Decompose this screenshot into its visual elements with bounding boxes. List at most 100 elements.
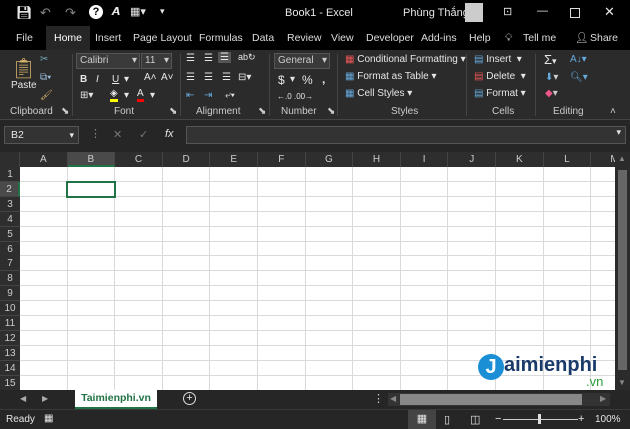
sheet-tab-active[interactable]: Taimienphi.vn bbox=[75, 390, 157, 409]
scroll-up-icon[interactable]: ▲ bbox=[618, 154, 626, 163]
save-icon[interactable]: 💾︎ bbox=[16, 5, 33, 21]
increase-indent-icon[interactable]: ⇥ bbox=[204, 90, 212, 101]
clipboard-launcher-icon[interactable]: ⬊ bbox=[61, 106, 69, 117]
row-header-3[interactable]: 3 bbox=[0, 196, 20, 212]
increase-font-icon[interactable]: A˄ bbox=[144, 72, 157, 83]
name-box[interactable]: B2 ▾ bbox=[4, 126, 79, 144]
column-header-B[interactable]: B bbox=[67, 152, 116, 167]
font-size-select[interactable]: 11 ▾ bbox=[141, 53, 172, 69]
format-as-table-button[interactable]: ▦ Format as Table ▾ bbox=[345, 71, 437, 82]
row-header-7[interactable]: 7 bbox=[0, 256, 20, 272]
top-align-icon[interactable]: ☰ bbox=[186, 53, 195, 64]
column-header-D[interactable]: D bbox=[162, 152, 211, 167]
number-launcher-icon[interactable]: ⬊ bbox=[327, 106, 335, 117]
orientation-icon[interactable]: ab↻ bbox=[238, 52, 256, 63]
fill-icon[interactable]: ⬇▾ bbox=[545, 72, 558, 83]
touch-mode-icon[interactable]: 𝘼 bbox=[112, 5, 121, 18]
form-icon[interactable]: ▦▾ bbox=[130, 5, 146, 18]
scroll-left-icon[interactable]: ◀ bbox=[390, 394, 396, 403]
collapse-ribbon-icon[interactable]: ˄ bbox=[610, 106, 616, 117]
tab-add-ins[interactable]: Add-ins bbox=[421, 26, 457, 50]
selected-cell[interactable] bbox=[66, 181, 116, 198]
column-header-I[interactable]: I bbox=[400, 152, 449, 167]
column-header-G[interactable]: G bbox=[305, 152, 354, 167]
row-header-8[interactable]: 8 bbox=[0, 271, 20, 287]
zoom-in-icon[interactable]: + bbox=[578, 413, 584, 425]
vertical-scrollbar[interactable]: ▲ ▼ bbox=[615, 152, 630, 390]
find-select-icon[interactable]: 🔍︎▾ bbox=[570, 72, 588, 83]
horizontal-scrollbar[interactable]: ◀ ▶ bbox=[388, 393, 610, 406]
currency-dropdown-icon[interactable]: ▾ bbox=[290, 74, 295, 85]
share-icon[interactable]: 👤︎ bbox=[575, 26, 588, 50]
bold-button[interactable]: B bbox=[80, 74, 87, 85]
tell-me-search[interactable]: Tell me bbox=[523, 26, 556, 50]
next-sheet-icon[interactable]: ▶ bbox=[42, 394, 48, 403]
tab-home[interactable]: Home bbox=[46, 26, 91, 50]
tab-data[interactable]: Data bbox=[252, 26, 274, 50]
ribbon-display-icon[interactable]: ⊡ bbox=[503, 5, 512, 18]
minimize-icon[interactable]: — bbox=[537, 5, 548, 17]
decrease-indent-icon[interactable]: ⇤ bbox=[186, 90, 194, 101]
row-header-9[interactable]: 9 bbox=[0, 286, 20, 302]
wrap-text-icon[interactable]: ⤶▾ bbox=[225, 90, 235, 101]
tab-view[interactable]: View bbox=[331, 26, 354, 50]
insert-function-button[interactable]: fx bbox=[165, 128, 174, 140]
share-button[interactable]: Share bbox=[590, 26, 618, 50]
row-header-1[interactable]: 1 bbox=[0, 167, 20, 182]
percent-button[interactable]: % bbox=[302, 73, 313, 87]
sort-filter-icon[interactable]: A↓▾ bbox=[570, 54, 587, 65]
tab-help[interactable]: Help bbox=[469, 26, 491, 50]
align-center-icon[interactable]: ☰ bbox=[204, 72, 213, 83]
column-header-E[interactable]: E bbox=[210, 152, 258, 167]
decrease-decimal-icon[interactable]: .00→ bbox=[294, 92, 313, 101]
column-header-C[interactable]: C bbox=[115, 152, 163, 167]
tab-review[interactable]: Review bbox=[287, 26, 321, 50]
tab-formulas[interactable]: Formulas bbox=[199, 26, 243, 50]
underline-dropdown-icon[interactable]: ▾ bbox=[124, 74, 129, 85]
decrease-font-icon[interactable]: A˅ bbox=[161, 72, 174, 83]
conditional-formatting-button[interactable]: ▦ Conditional Formatting ▾ bbox=[345, 54, 466, 65]
avatar[interactable] bbox=[465, 3, 483, 22]
column-header-M[interactable]: M bbox=[591, 152, 615, 167]
help-icon[interactable]: ? bbox=[89, 5, 103, 19]
font-name-select[interactable]: Calibri ▾ bbox=[76, 53, 140, 69]
maximize-icon[interactable] bbox=[570, 8, 580, 18]
column-header-A[interactable]: A bbox=[20, 152, 68, 167]
copy-icon[interactable]: ⧉▾ bbox=[40, 72, 51, 83]
redo-icon[interactable]: ↷ bbox=[65, 5, 76, 21]
user-name[interactable]: Phùng Thắng bbox=[403, 7, 469, 19]
align-left-icon[interactable]: ☰ bbox=[186, 72, 195, 83]
cut-icon[interactable]: ✂ bbox=[40, 54, 48, 65]
normal-view-icon[interactable]: ▦ bbox=[408, 410, 436, 429]
fill-color-dropdown-icon[interactable]: ▾ bbox=[124, 90, 129, 101]
column-header-L[interactable]: L bbox=[543, 152, 592, 167]
more-options-icon[interactable]: ⋮ bbox=[90, 127, 101, 140]
page-layout-view-icon[interactable]: ▯ bbox=[444, 413, 450, 426]
paste-icon[interactable]: 📋︎ bbox=[11, 56, 36, 81]
format-painter-icon[interactable]: 🖌︎ bbox=[40, 90, 53, 101]
vertical-scroll-thumb[interactable] bbox=[618, 170, 627, 370]
fill-color-icon[interactable]: ◈ bbox=[110, 88, 118, 102]
row-header-12[interactable]: 12 bbox=[0, 330, 20, 346]
zoom-slider-thumb[interactable] bbox=[538, 414, 541, 424]
row-header-5[interactable]: 5 bbox=[0, 226, 20, 242]
format-cells-button[interactable]: ▤ Format ▾ bbox=[474, 88, 526, 99]
font-color-dropdown-icon[interactable]: ▾ bbox=[150, 90, 155, 101]
column-header-H[interactable]: H bbox=[353, 152, 401, 167]
italic-button[interactable]: I bbox=[96, 74, 99, 85]
autosum-icon[interactable]: Σ▾ bbox=[544, 52, 557, 67]
number-format-select[interactable]: General ▾ bbox=[274, 53, 330, 69]
tab-split-handle[interactable]: ⋮ bbox=[373, 392, 384, 405]
insert-cells-button[interactable]: ▤ Insert ▾ bbox=[474, 54, 522, 65]
underline-button[interactable]: U bbox=[112, 74, 119, 85]
row-header-2[interactable]: 2 bbox=[0, 181, 20, 197]
scroll-down-icon[interactable]: ▼ bbox=[618, 378, 626, 387]
enter-icon[interactable]: ✓ bbox=[139, 128, 148, 141]
borders-icon[interactable]: ⊞▾ bbox=[80, 90, 93, 101]
row-header-6[interactable]: 6 bbox=[0, 241, 20, 257]
comma-button[interactable]: , bbox=[322, 72, 325, 86]
row-header-14[interactable]: 14 bbox=[0, 360, 20, 376]
row-header-13[interactable]: 13 bbox=[0, 345, 20, 361]
middle-align-icon[interactable]: ☰ bbox=[204, 53, 213, 64]
row-header-15[interactable]: 15 bbox=[0, 375, 20, 390]
